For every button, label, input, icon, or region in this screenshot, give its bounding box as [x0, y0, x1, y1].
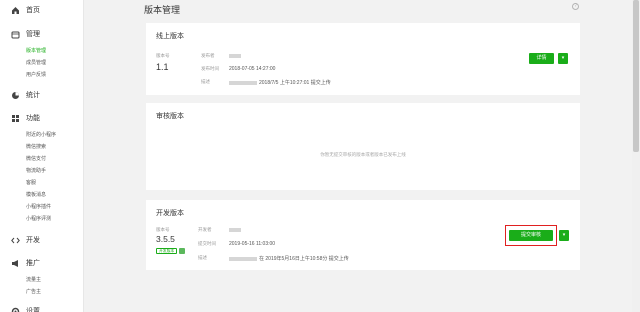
- online-time-label: 发布时间: [201, 66, 219, 71]
- dev-version-number: 3.5.5: [156, 234, 175, 244]
- folder-icon: [11, 30, 20, 39]
- dev-dropdown-button[interactable]: ▾: [559, 230, 569, 241]
- nav-logistics[interactable]: 物流助手: [26, 167, 46, 174]
- nav-manage-label: 管理: [26, 31, 40, 38]
- sidebar: 首页 管理 版本管理 成员管理 用户反馈 统计 功能 附近的小程序 微信搜索 微…: [0, 0, 84, 312]
- online-version-card: 线上版本 版本号 1.1 发布者 发布时间 2018-07-05 14:27:0…: [146, 23, 580, 95]
- dev-desc-value: 在 2019年5月16日上午10:58分 提交上传: [229, 255, 349, 262]
- code-icon: [11, 236, 20, 245]
- pie-chart-icon: [11, 91, 20, 100]
- nav-wechat-pay[interactable]: 微信支付: [26, 155, 46, 162]
- nav-plugins[interactable]: 小程序插件: [26, 203, 51, 210]
- nav-dev-label: 开发: [26, 237, 40, 244]
- nav-manage[interactable]: 管理: [0, 28, 84, 42]
- nav-user-feedback[interactable]: 用户反馈: [26, 71, 46, 78]
- online-version-title: 线上版本: [156, 33, 184, 40]
- online-desc-label: 描述: [201, 79, 210, 84]
- online-version-label: 版本号: [156, 53, 170, 58]
- nav-advertiser[interactable]: 广告主: [26, 288, 41, 295]
- detail-button[interactable]: 详情: [529, 53, 554, 64]
- megaphone-icon: [11, 259, 20, 268]
- dev-developer-value: [229, 227, 243, 233]
- scrollbar-thumb[interactable]: [633, 0, 639, 152]
- dev-desc-label: 描述: [198, 255, 207, 260]
- nav-stats-label: 统计: [26, 92, 40, 99]
- online-dropdown-button[interactable]: ▾: [558, 53, 568, 64]
- dev-version-label: 版本号: [156, 227, 170, 232]
- nav-version-manage[interactable]: 版本管理: [26, 47, 46, 54]
- nav-traffic-owner[interactable]: 流量主: [26, 276, 41, 283]
- online-desc-value: 2018/7/5 上午10:27:01 提交上传: [229, 79, 331, 86]
- nav-promo-label: 推广: [26, 260, 40, 267]
- review-version-card: 审核版本 你暂无提交审核的版本或者版本已发布上线: [146, 103, 580, 190]
- page-title: 版本管理: [144, 5, 181, 15]
- nav-dev[interactable]: 开发: [0, 234, 84, 248]
- nav-settings[interactable]: 设置: [0, 305, 84, 312]
- highlight-annotation: [505, 225, 557, 246]
- dev-version-title: 开发版本: [156, 210, 184, 217]
- redacted-name: [229, 227, 241, 232]
- nav-evaluation[interactable]: 小程序评测: [26, 215, 51, 222]
- redacted-name: [229, 256, 257, 261]
- online-publisher-label: 发布者: [201, 53, 215, 58]
- dev-time-label: 提交时间: [198, 241, 216, 246]
- grid-icon: [11, 114, 20, 123]
- home-icon: [11, 6, 20, 15]
- online-time-value: 2018-07-05 14:27:00: [229, 66, 276, 72]
- dev-time-value: 2019-05-16 11:03:00: [229, 241, 276, 247]
- dev-desc-text: 在 2019年5月16日上午10:58分 提交上传: [259, 256, 349, 262]
- online-publisher-value: [229, 53, 243, 59]
- nav-template-message[interactable]: 模板消息: [26, 191, 46, 198]
- dev-version-tag: 开发版本: [156, 248, 178, 254]
- help-icon[interactable]: ?: [572, 3, 579, 10]
- online-desc-text: 2018/7/5 上午10:27:01 提交上传: [259, 80, 331, 86]
- nav-member-manage[interactable]: 成员管理: [26, 59, 46, 66]
- qrcode-icon[interactable]: [179, 248, 185, 254]
- nav-home[interactable]: 首页: [0, 4, 84, 18]
- redacted-name: [229, 53, 241, 58]
- nav-features[interactable]: 功能: [0, 112, 84, 126]
- nav-stats[interactable]: 统计: [0, 89, 84, 103]
- redacted-name: [229, 80, 257, 85]
- gear-icon: [11, 307, 20, 312]
- nav-wechat-search[interactable]: 微信搜索: [26, 143, 46, 150]
- nav-promo[interactable]: 推广: [0, 257, 84, 271]
- review-version-title: 审核版本: [156, 113, 184, 120]
- nav-home-label: 首页: [26, 7, 40, 14]
- review-empty-text: 你暂无提交审核的版本或者版本已发布上线: [320, 152, 406, 157]
- nav-customer-service[interactable]: 客服: [26, 179, 36, 186]
- online-version-number: 1.1: [156, 62, 169, 72]
- dev-developer-label: 开发者: [198, 227, 212, 232]
- nav-nearby-miniprogram[interactable]: 附近的小程序: [26, 131, 56, 138]
- nav-features-label: 功能: [26, 115, 40, 122]
- nav-settings-label: 设置: [26, 308, 40, 312]
